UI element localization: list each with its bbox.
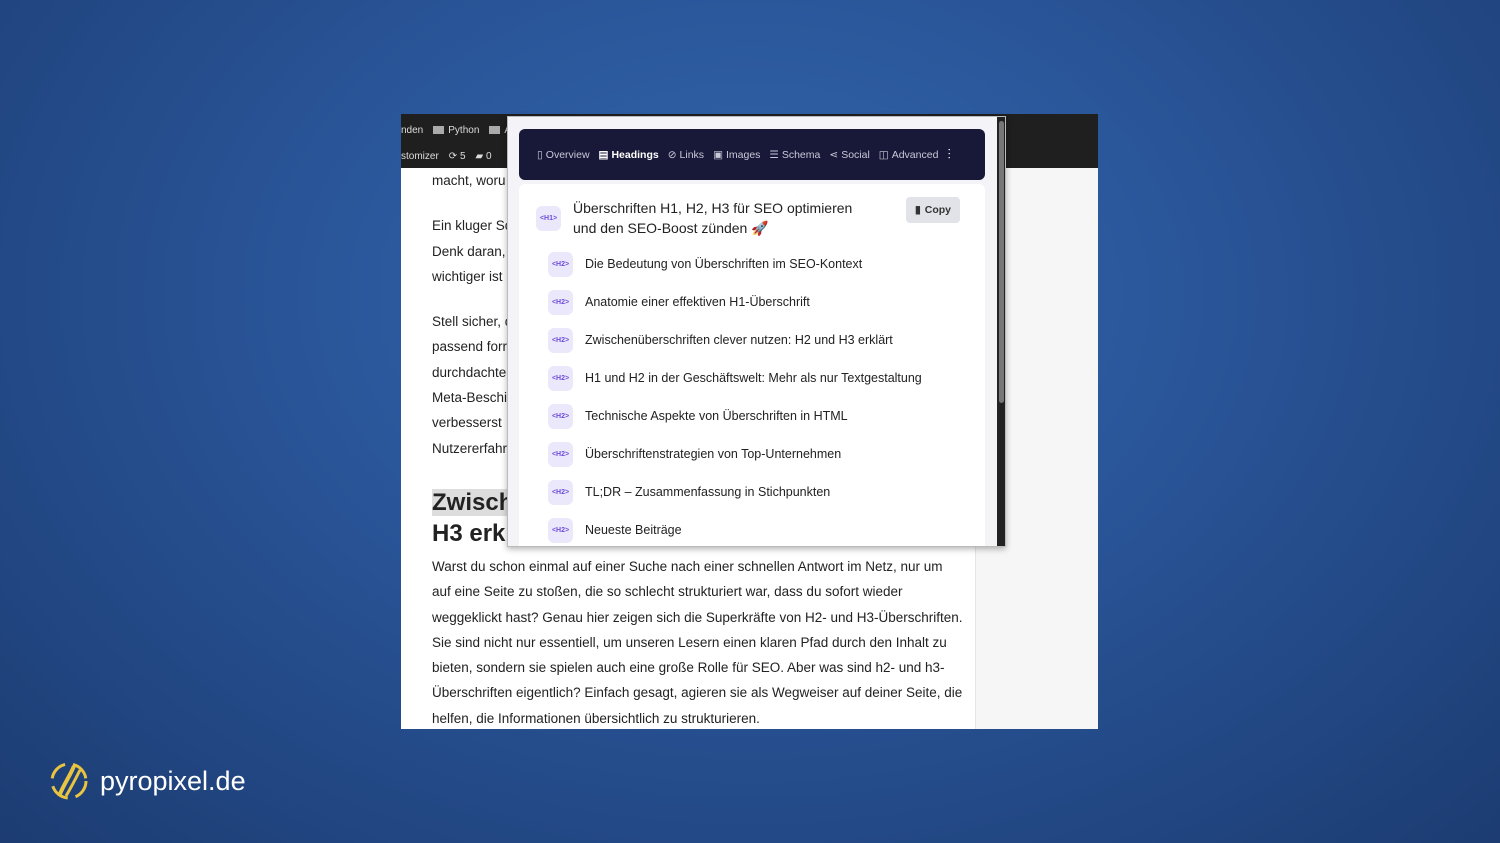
link-icon: ⊘	[667, 148, 677, 161]
copy-icon: ▮	[914, 204, 921, 216]
sliders-icon: ⫶	[947, 146, 951, 162]
h2-text: Zwischenüberschriften clever nutzen: H2 …	[585, 333, 893, 347]
share-icon: ⋖	[829, 148, 839, 161]
h2-item[interactable]: <H2> Anatomie einer effektiven H1-Übersch…	[548, 283, 922, 321]
bookmark[interactable]: nden	[401, 125, 423, 136]
tab-schema[interactable]: ☰ Schema	[769, 149, 820, 161]
tab-advanced[interactable]: ◫ Advanced	[879, 149, 939, 161]
h2-item[interactable]: <H2> Neueste Beiträge	[548, 511, 922, 546]
tab-social[interactable]: ⋖ Social	[829, 149, 869, 161]
h2-item[interactable]: <H2> H1 und H2 in der Geschäftswelt: Mehr…	[548, 359, 922, 397]
h2-text: Anatomie einer effektiven H1-Überschrift	[585, 295, 810, 309]
h2-tag: <H2>	[548, 289, 573, 315]
list-icon: ☰	[769, 148, 779, 161]
h2-item[interactable]: <H2> Zwischenüberschriften clever nutzen:…	[548, 321, 922, 359]
bookmark-folder[interactable]: Python	[433, 125, 479, 136]
scrollbar[interactable]	[997, 117, 1005, 546]
h2-tag: <H2>	[548, 327, 573, 353]
h2-tag: <H2>	[548, 403, 573, 429]
h2-tag: <H2>	[548, 365, 573, 391]
tab-images[interactable]: ▣ Images	[713, 149, 760, 161]
h2-text: Überschriftenstrategien von Top-Unterneh…	[585, 447, 842, 461]
seo-extension-popup: ▯ Overview ▤ Headings ⊘ Links ▣ Images ☰ Sche…	[507, 116, 1006, 547]
paragraph: Warst du schon einmal auf einer Suche na…	[432, 558, 963, 726]
tab-overview[interactable]: ▯ Overview	[537, 149, 590, 161]
tab-links[interactable]: ⊘ Links	[668, 149, 704, 161]
h2-item[interactable]: <H2> Die Bedeutung von Überschriften im S…	[548, 245, 922, 283]
comment-icon: ▰	[475, 151, 486, 162]
h2-item[interactable]: <H2> Technische Aspekte von Überschriften…	[548, 397, 922, 435]
h2-tag: <H2>	[548, 517, 573, 543]
h2-list: <H2> Die Bedeutung von Überschriften im S…	[548, 245, 922, 546]
h2-text: H1 und H2 in der Geschäftswelt: Mehr als…	[585, 371, 922, 385]
h2-tag: <H2>	[548, 479, 573, 505]
h2-text: Technische Aspekte von Überschriften in …	[585, 409, 848, 423]
settings-sliders-button[interactable]: ⫶	[947, 146, 951, 163]
h2-item[interactable]: <H2> TL;DR – Zusammenfassung in Stichpunk…	[548, 473, 922, 511]
h2-tag: <H2>	[548, 441, 573, 467]
brand-name: pyropixel.de	[100, 765, 246, 796]
folder-icon	[489, 126, 501, 135]
h1-text: Überschriften H1, H2, H3 für SEO optimie…	[573, 200, 853, 236]
h1-tag: <H1>	[536, 205, 561, 231]
image-icon: ▣	[713, 148, 723, 161]
refresh-icon: ⟳	[448, 151, 460, 162]
admin-customizer[interactable]: stomizer	[401, 151, 439, 162]
copy-button[interactable]: ▮ Copy	[906, 197, 960, 223]
tab-headings[interactable]: ▤ Headings	[599, 149, 659, 161]
flame-logo-icon	[50, 762, 88, 800]
h2-text: Neueste Beiträge	[585, 523, 682, 537]
document-icon: ▤	[598, 148, 609, 161]
h2-item[interactable]: <H2> Überschriftenstrategien von Top-Unte…	[548, 435, 922, 473]
h2-text: TL;DR – Zusammenfassung in Stichpunkten	[585, 485, 831, 499]
folder-icon	[433, 126, 445, 135]
h2-tag: <H2>	[548, 251, 573, 277]
admin-comments[interactable]: ▰ 0	[476, 151, 492, 162]
h2-text: Die Bedeutung von Überschriften im SEO-K…	[585, 257, 863, 271]
book-icon: ▯	[537, 148, 543, 161]
admin-updates[interactable]: ⟳ 5	[449, 151, 466, 162]
headings-panel: <H1> Überschriften H1, H2, H3 für SEO op…	[519, 184, 985, 546]
scrollbar-thumb[interactable]	[999, 121, 1004, 403]
advanced-icon: ◫	[878, 148, 889, 161]
h1-item: <H1> Überschriften H1, H2, H3 für SEO op…	[536, 198, 866, 238]
brand-logo: pyropixel.de	[48, 760, 246, 802]
tab-bar: ▯ Overview ▤ Headings ⊘ Links ▣ Images ☰ Sche…	[519, 129, 985, 180]
